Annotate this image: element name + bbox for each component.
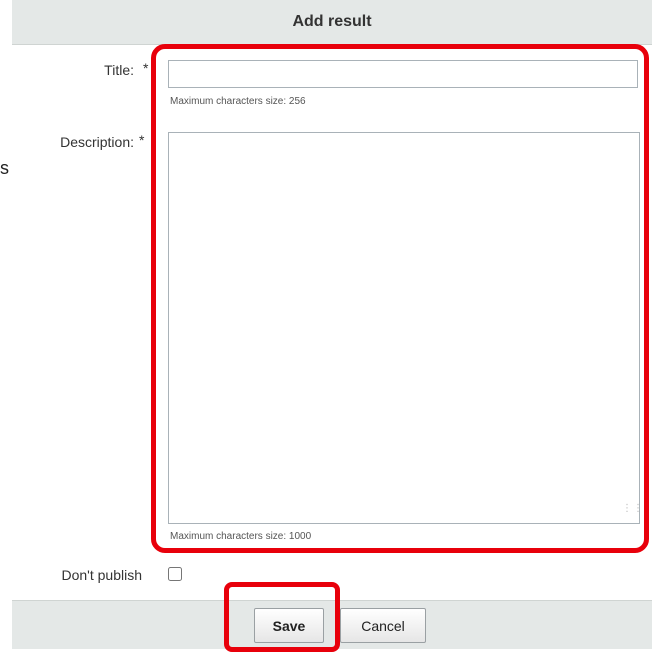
cropped-text-fragment: s: [0, 158, 9, 178]
dialog-title: Add result: [292, 13, 372, 30]
dont-publish-label: Don't publish: [61, 567, 143, 583]
cancel-button[interactable]: Cancel: [340, 608, 426, 643]
title-input[interactable]: [168, 60, 638, 88]
title-required-marker: *: [143, 60, 149, 76]
description-required-marker: *: [139, 132, 145, 148]
save-button[interactable]: Save: [254, 608, 324, 643]
dialog-footer: [12, 600, 652, 649]
description-textarea[interactable]: [168, 132, 640, 524]
description-hint: Maximum characters size: 1000: [170, 531, 312, 542]
resize-grip-icon[interactable]: ⋮⋮: [622, 504, 643, 520]
dialog-titlebar: Add result: [12, 0, 652, 45]
title-hint: Maximum characters size: 256: [170, 96, 306, 107]
title-label: Title:: [104, 62, 134, 78]
description-label: Description:: [60, 134, 134, 150]
dont-publish-checkbox[interactable]: [168, 567, 182, 581]
